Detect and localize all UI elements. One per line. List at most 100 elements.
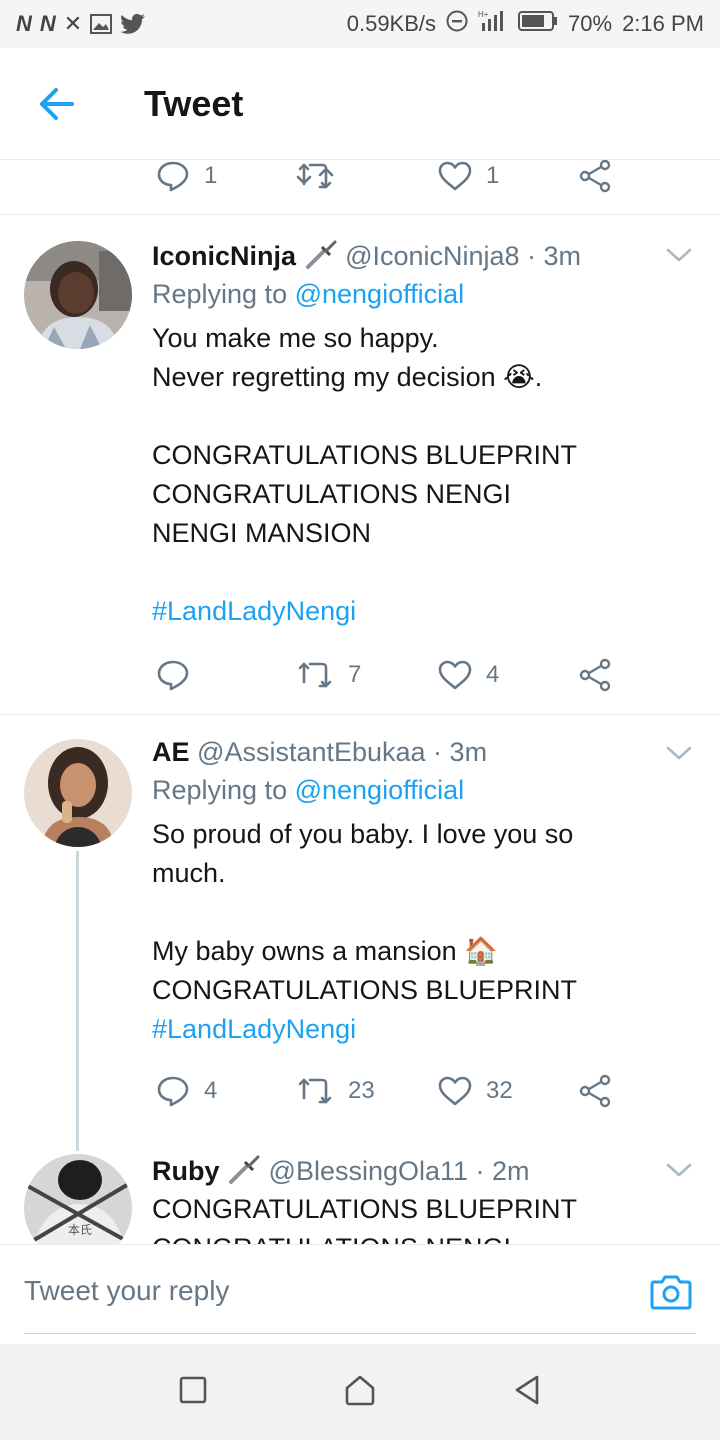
like-button[interactable]: 32 [438,1076,513,1106]
tweet-actions: 4 23 32 [152,1071,632,1111]
battery-icon [518,10,558,38]
svg-text:本氏: 本氏 [68,1223,92,1237]
reply-icon [157,660,189,691]
status-bar: N N ✕ 0.59KB/s H+ 70% 2:16 PM [0,0,720,48]
dnd-icon [446,10,468,38]
hashtag-link[interactable]: #LandLadyNengi [152,1010,690,1049]
like-count: 1 [486,162,500,189]
retweet-button[interactable]: 23 [296,1076,375,1106]
app-header: Tweet [0,48,720,160]
share-icon [579,160,611,193]
heart-icon [438,660,472,690]
handle-and-time: @BlessingOla11 · 2m [268,1156,530,1186]
triangle-back-icon [516,1375,539,1404]
tweet-header: IconicNinja @IconicNinja8 · 3m [152,237,690,275]
back-button[interactable] [0,48,112,160]
chevron-down-icon [666,248,692,262]
handle-and-time: @AssistantEbukaa · 3m [197,737,488,767]
dagger-emoji-icon [304,240,346,271]
mention-link[interactable]: @nengiofficial [295,775,465,805]
mention-link[interactable]: @nengiofficial [295,279,465,309]
replying-to: Replying to @nengiofficial [152,275,690,313]
n-icon: N [39,11,56,36]
network-speed: 0.59KB/s [346,11,437,36]
thread-connector [76,851,79,1151]
retweet-count: 7 [348,661,362,688]
reply-count: 4 [204,1077,218,1104]
replying-prefix: Replying to [152,279,295,309]
camera-icon [650,1275,692,1310]
clock: 2:16 PM [622,11,704,36]
like-button[interactable]: 1 [438,161,499,191]
n-icon: N [16,11,32,36]
x-icon: ✕ [63,11,83,36]
dagger-emoji-icon [227,1155,269,1186]
svg-text:H+: H+ [478,10,489,19]
like-button[interactable]: 4 [438,660,499,690]
twitter-icon [120,13,146,35]
page-title: Tweet [144,82,244,124]
reply-input-underline [24,1333,696,1334]
display-name[interactable]: IconicNinja [152,241,296,271]
reply-button[interactable]: 1 [156,160,217,193]
tweet-item[interactable]: 本氏 Ruby @BlessingOla11 · 2m CONGRATULATI… [0,1144,720,1244]
tweet-menu-button[interactable] [666,745,692,766]
share-icon [579,658,611,692]
tweet-menu-button[interactable] [666,247,692,268]
retweet-icon [296,163,334,189]
hashtag-link[interactable]: #LandLadyNengi [152,592,690,631]
like-count: 32 [486,1077,513,1104]
share-button[interactable] [578,658,612,692]
share-button[interactable] [578,1074,612,1108]
recent-apps-button[interactable] [179,1376,207,1409]
display-name[interactable]: AE [152,737,190,767]
tweet-text: So proud of you baby. I love you so much… [152,819,578,1005]
signal-icon: H+ [478,9,508,39]
share-button[interactable] [578,160,612,193]
tweet-item[interactable]: IconicNinja @IconicNinja8 · 3m Replying … [0,214,720,714]
chevron-down-icon [666,1163,692,1177]
retweet-icon [298,662,332,688]
reply-composer: Tweet your reply [0,1244,720,1344]
home-icon [345,1375,375,1405]
reply-count: 1 [204,162,218,189]
back-nav-button[interactable] [513,1374,541,1411]
chevron-down-icon [666,746,692,760]
avatar[interactable]: 本氏 [24,1154,132,1244]
handle-and-time: @IconicNinja8 · 3m [345,241,582,271]
display-name[interactable]: Ruby [152,1156,220,1186]
like-count: 4 [486,661,500,688]
retweet-button[interactable] [296,161,334,191]
image-icon [90,14,113,34]
reply-button[interactable] [156,658,190,692]
tweet-body: IconicNinja @IconicNinja8 · 3m Replying … [152,237,690,631]
reply-button[interactable]: 4 [156,1074,217,1108]
status-left-icons: N N ✕ [16,11,146,37]
tweet-menu-button[interactable] [666,1162,692,1183]
tweet-body: Ruby @BlessingOla11 · 2m CONGRATULATIONS… [152,1152,690,1244]
avatar[interactable] [24,739,132,847]
system-nav-bar [0,1344,720,1440]
tweet-body: AE @AssistantEbukaa · 3m Replying to @ne… [152,733,690,1049]
retweet-count: 23 [348,1077,375,1104]
tweet-text: You make me so happy. Never regretting m… [152,323,578,548]
share-icon [579,1074,611,1108]
reply-input[interactable]: Tweet your reply [24,1275,229,1307]
home-button[interactable] [344,1374,376,1411]
tweet-item[interactable]: AE @AssistantEbukaa · 3m Replying to @ne… [0,714,720,1151]
tweet-feed[interactable]: 1 1 IconicNinja @IconicNinja8 · 3m Reply… [0,160,720,1244]
retweet-icon [298,1078,332,1104]
replying-to: Replying to @nengiofficial [152,771,690,809]
reply-icon [157,161,189,192]
square-icon [179,1376,206,1403]
battery-level: 70% [568,11,613,36]
reply-icon [157,1076,189,1107]
avatar[interactable] [24,241,132,349]
replying-prefix: Replying to [152,775,295,805]
heart-icon [438,1076,472,1106]
retweet-button[interactable]: 7 [296,660,361,690]
status-right: 0.59KB/s H+ 70% 2:16 PM [347,9,704,39]
top-tweet-actions: 1 1 [152,160,632,196]
camera-button[interactable] [650,1273,692,1316]
tweet-header: Ruby @BlessingOla11 · 2m [152,1152,690,1190]
